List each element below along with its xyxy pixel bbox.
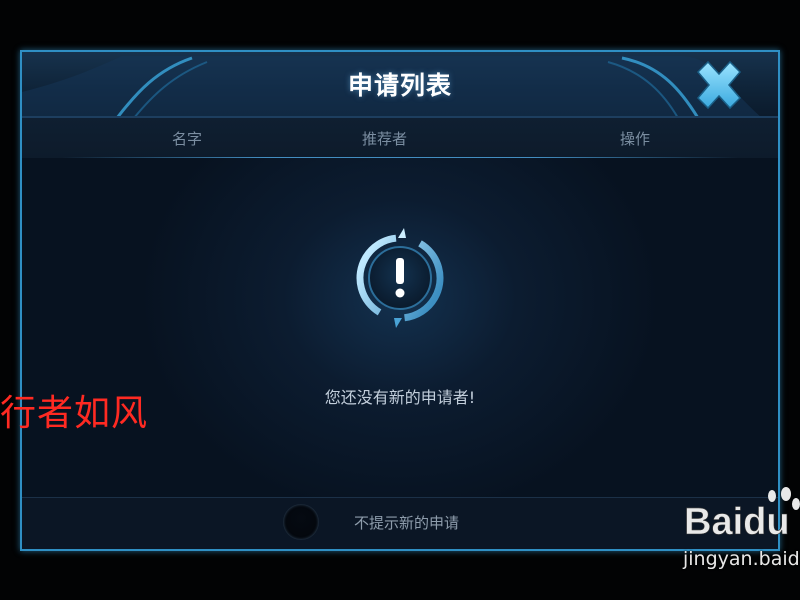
dialog-header: 申请列表 <box>22 52 778 118</box>
dialog-footer: 不提示新的申请 <box>22 497 778 549</box>
baidu-logo: Baidu <box>684 487 800 543</box>
column-recommender: 推荐者 <box>362 130 408 148</box>
dialog-title: 申请列表 <box>347 71 452 100</box>
dont-notify-label[interactable]: 不提示新的申请 <box>354 512 459 533</box>
column-name: 名字 <box>172 130 203 148</box>
exclamation-warning-icon <box>356 228 444 328</box>
baidu-site-text: jingyan.baidu <box>683 548 800 570</box>
column-actions: 操作 <box>620 130 651 148</box>
close-button[interactable] <box>690 58 748 114</box>
dont-notify-checkbox[interactable] <box>283 504 319 540</box>
game-screen: 申请列表 名字 推荐者 操作 您还没有新的申请者! 不提示新的申请 行者如风 B… <box>0 0 800 600</box>
baidu-logo-text: Baidu <box>684 501 790 543</box>
close-x-icon <box>696 60 742 110</box>
column-header-bar: 名字 推荐者 操作 <box>22 118 778 158</box>
author-watermark: 行者如风 <box>0 393 149 434</box>
application-list-dialog: 申请列表 名字 推荐者 操作 您还没有新的申请者! 不提示新的申请 <box>20 50 780 551</box>
list-content: 您还没有新的申请者! <box>22 158 778 497</box>
